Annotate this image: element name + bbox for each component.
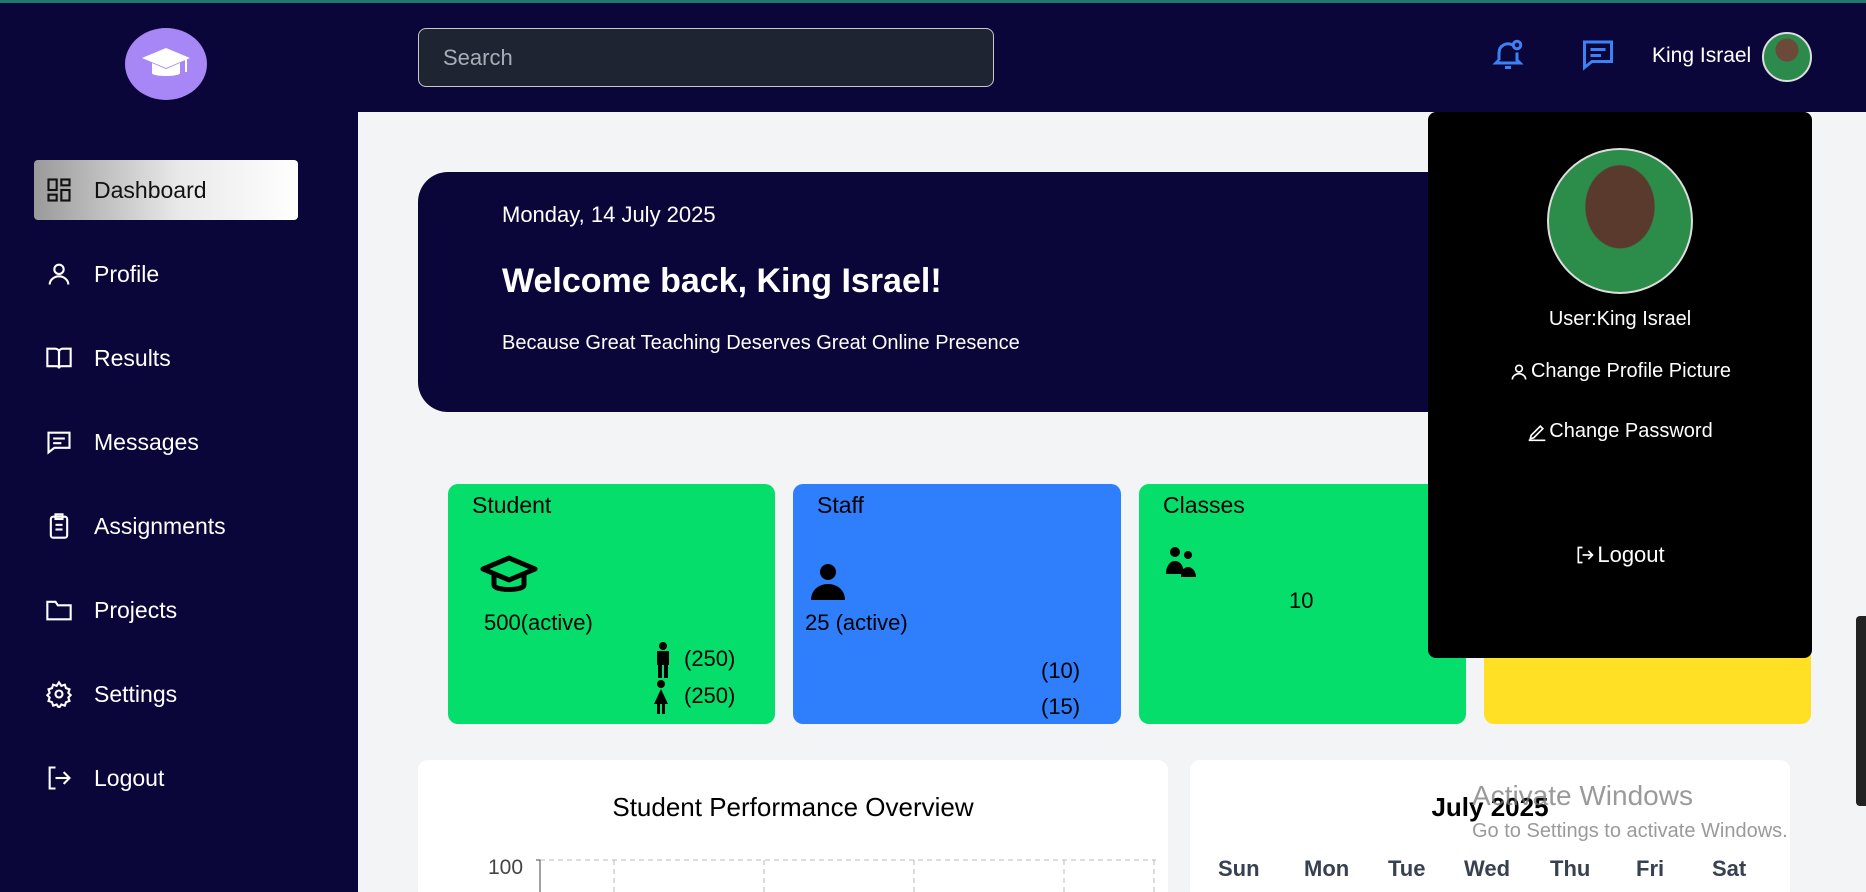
female-icon (654, 680, 668, 714)
edge-widget[interactable] (1856, 616, 1866, 806)
day-header: Fri (1636, 856, 1665, 881)
dropdown-logout-label: Logout (1597, 542, 1665, 567)
staff-card[interactable]: Staff 25 (active) (10) (15) (793, 484, 1121, 724)
change-password-button[interactable]: Change Password (1428, 420, 1812, 443)
sidebar-item-label: Logout (94, 764, 165, 791)
current-date: Monday, 14 July 2025 (502, 202, 716, 227)
chart-title: Student Performance Overview (612, 792, 974, 822)
people-icon (1166, 547, 1196, 577)
graduation-cap-logo[interactable] (125, 28, 207, 100)
welcome-tagline: Because Great Teaching Deserves Great On… (502, 332, 1020, 354)
student-female-count: (250) (684, 683, 736, 708)
staff-count-b: (15) (1041, 694, 1081, 719)
graduation-cap-icon (142, 48, 190, 76)
dashboard-icon (44, 175, 74, 205)
staff-active-count: 25 (active) (805, 610, 908, 635)
card-title: Classes (1163, 492, 1245, 518)
change-profile-picture-label: Change Profile Picture (1530, 360, 1732, 382)
day-header: Sun (1218, 856, 1260, 881)
card-title: Staff (817, 492, 864, 518)
change-password-label: Change Password (1549, 420, 1713, 442)
user-dropdown-menu: User:King Israel Change Profile Picture … (1428, 112, 1812, 658)
gear-icon (44, 679, 74, 709)
sidebar: Dashboard Profile Results Messages Assig… (0, 3, 358, 892)
header-username[interactable]: King Israel (1652, 44, 1751, 68)
sidebar-item-assignments[interactable]: Assignments (34, 496, 298, 556)
sidebar-item-dashboard[interactable]: Dashboard (34, 160, 298, 220)
staff-icon (811, 564, 845, 600)
card-title: Student (472, 492, 552, 518)
chart-gridlines (536, 859, 1156, 892)
activate-windows-subtext: Go to Settings to activate Windows. (1472, 820, 1788, 842)
sidebar-item-messages[interactable]: Messages (34, 412, 298, 472)
classes-count: 10 (1289, 588, 1314, 613)
student-active-count: 500(active) (484, 610, 593, 635)
welcome-heading: Welcome back, King Israel! (502, 262, 942, 300)
classes-card[interactable]: Classes 10 (1139, 484, 1466, 724)
day-header: Wed (1464, 856, 1511, 881)
profile-picture (1547, 148, 1693, 294)
sidebar-item-results[interactable]: Results (34, 328, 298, 388)
sidebar-item-logout[interactable]: Logout (34, 748, 298, 808)
male-icon (657, 642, 669, 678)
activate-windows-watermark: Activate Windows (1472, 780, 1693, 811)
sidebar-item-label: Settings (94, 680, 178, 707)
clipboard-icon (44, 511, 74, 541)
student-card[interactable]: Student 500(active) (250) (250) (448, 484, 775, 724)
sidebar-item-label: Projects (94, 596, 178, 623)
message-icon[interactable] (1578, 34, 1618, 74)
user-icon (44, 259, 74, 289)
bell-icon[interactable] (1488, 34, 1528, 74)
staff-count-a: (10) (1041, 658, 1081, 683)
sidebar-item-label: Dashboard (94, 176, 207, 203)
sidebar-item-profile[interactable]: Profile (34, 244, 298, 304)
y-tick-label: 100 (488, 856, 524, 879)
day-header: Tue (1388, 856, 1426, 881)
logout-icon (44, 763, 74, 793)
day-header: Mon (1304, 856, 1350, 881)
user-icon (1511, 364, 1527, 380)
sidebar-item-settings[interactable]: Settings (34, 664, 298, 724)
change-profile-picture-button[interactable]: Change Profile Picture (1428, 360, 1812, 383)
search-input[interactable] (418, 28, 994, 87)
performance-chart-panel: Student Performance Overview 100 (418, 760, 1168, 892)
day-header: Thu (1550, 856, 1591, 881)
day-header: Sat (1712, 856, 1747, 881)
folder-icon (44, 595, 74, 625)
pencil-icon (1528, 424, 1546, 441)
dropdown-username: User:King Israel (1548, 308, 1692, 330)
sidebar-item-projects[interactable]: Projects (34, 580, 298, 640)
welcome-banner: Monday, 14 July 2025 Welcome back, King … (418, 172, 1458, 412)
sidebar-item-label: Profile (94, 260, 160, 287)
book-icon (44, 343, 74, 373)
logout-icon (1577, 546, 1595, 564)
avatar[interactable] (1762, 32, 1812, 82)
sidebar-item-label: Messages (94, 428, 199, 455)
message-icon (44, 427, 74, 457)
sidebar-item-label: Results (94, 344, 171, 371)
dropdown-logout-button[interactable]: Logout (1428, 542, 1812, 568)
graduation-cap-icon (480, 555, 538, 592)
student-male-count: (250) (684, 646, 736, 671)
sidebar-item-label: Assignments (94, 512, 226, 539)
